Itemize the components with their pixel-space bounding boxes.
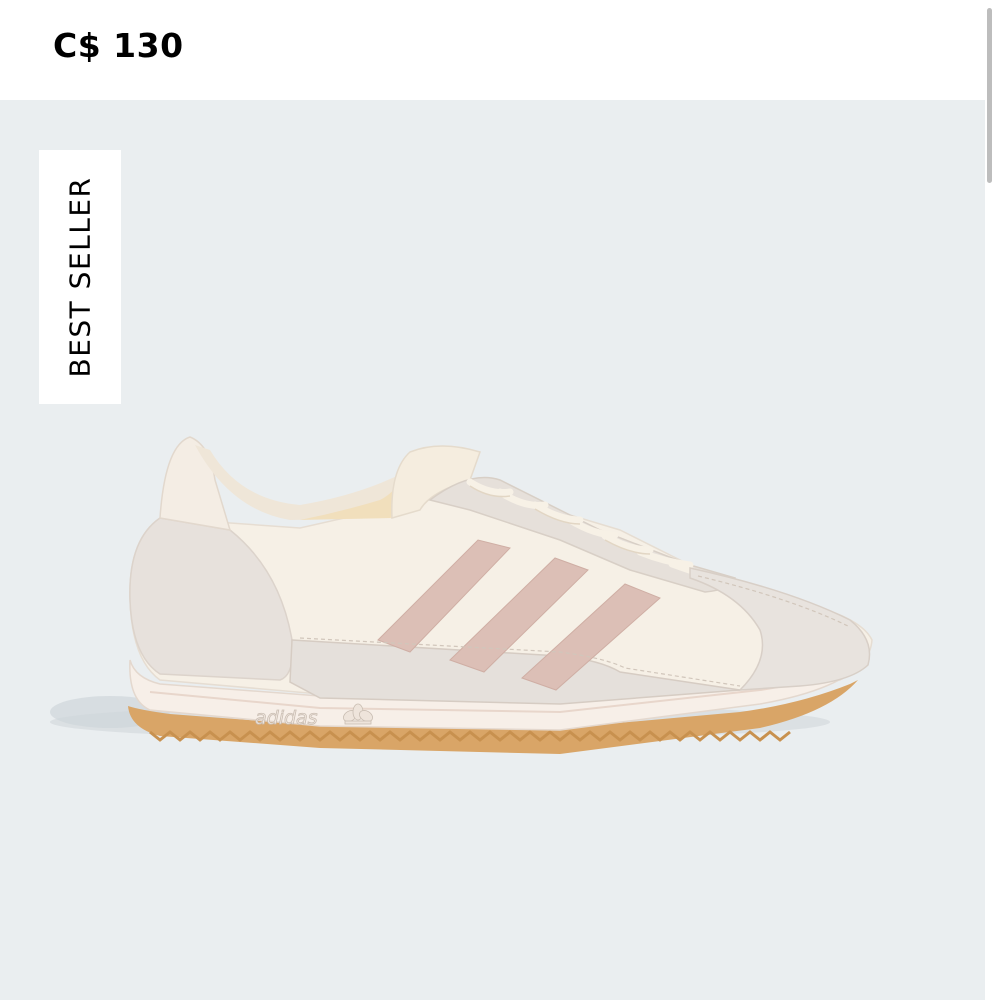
product-header: C$ 130 [0, 0, 1000, 100]
product-image-panel[interactable]: BEST SELLER adidas [0, 100, 985, 1000]
sneaker-image[interactable]: adidas [0, 100, 985, 1000]
midsole-logo: adidas [255, 707, 318, 729]
scrollbar-thumb[interactable] [987, 8, 992, 183]
product-price: C$ 130 [53, 26, 184, 65]
heel-tab [159, 436, 232, 531]
